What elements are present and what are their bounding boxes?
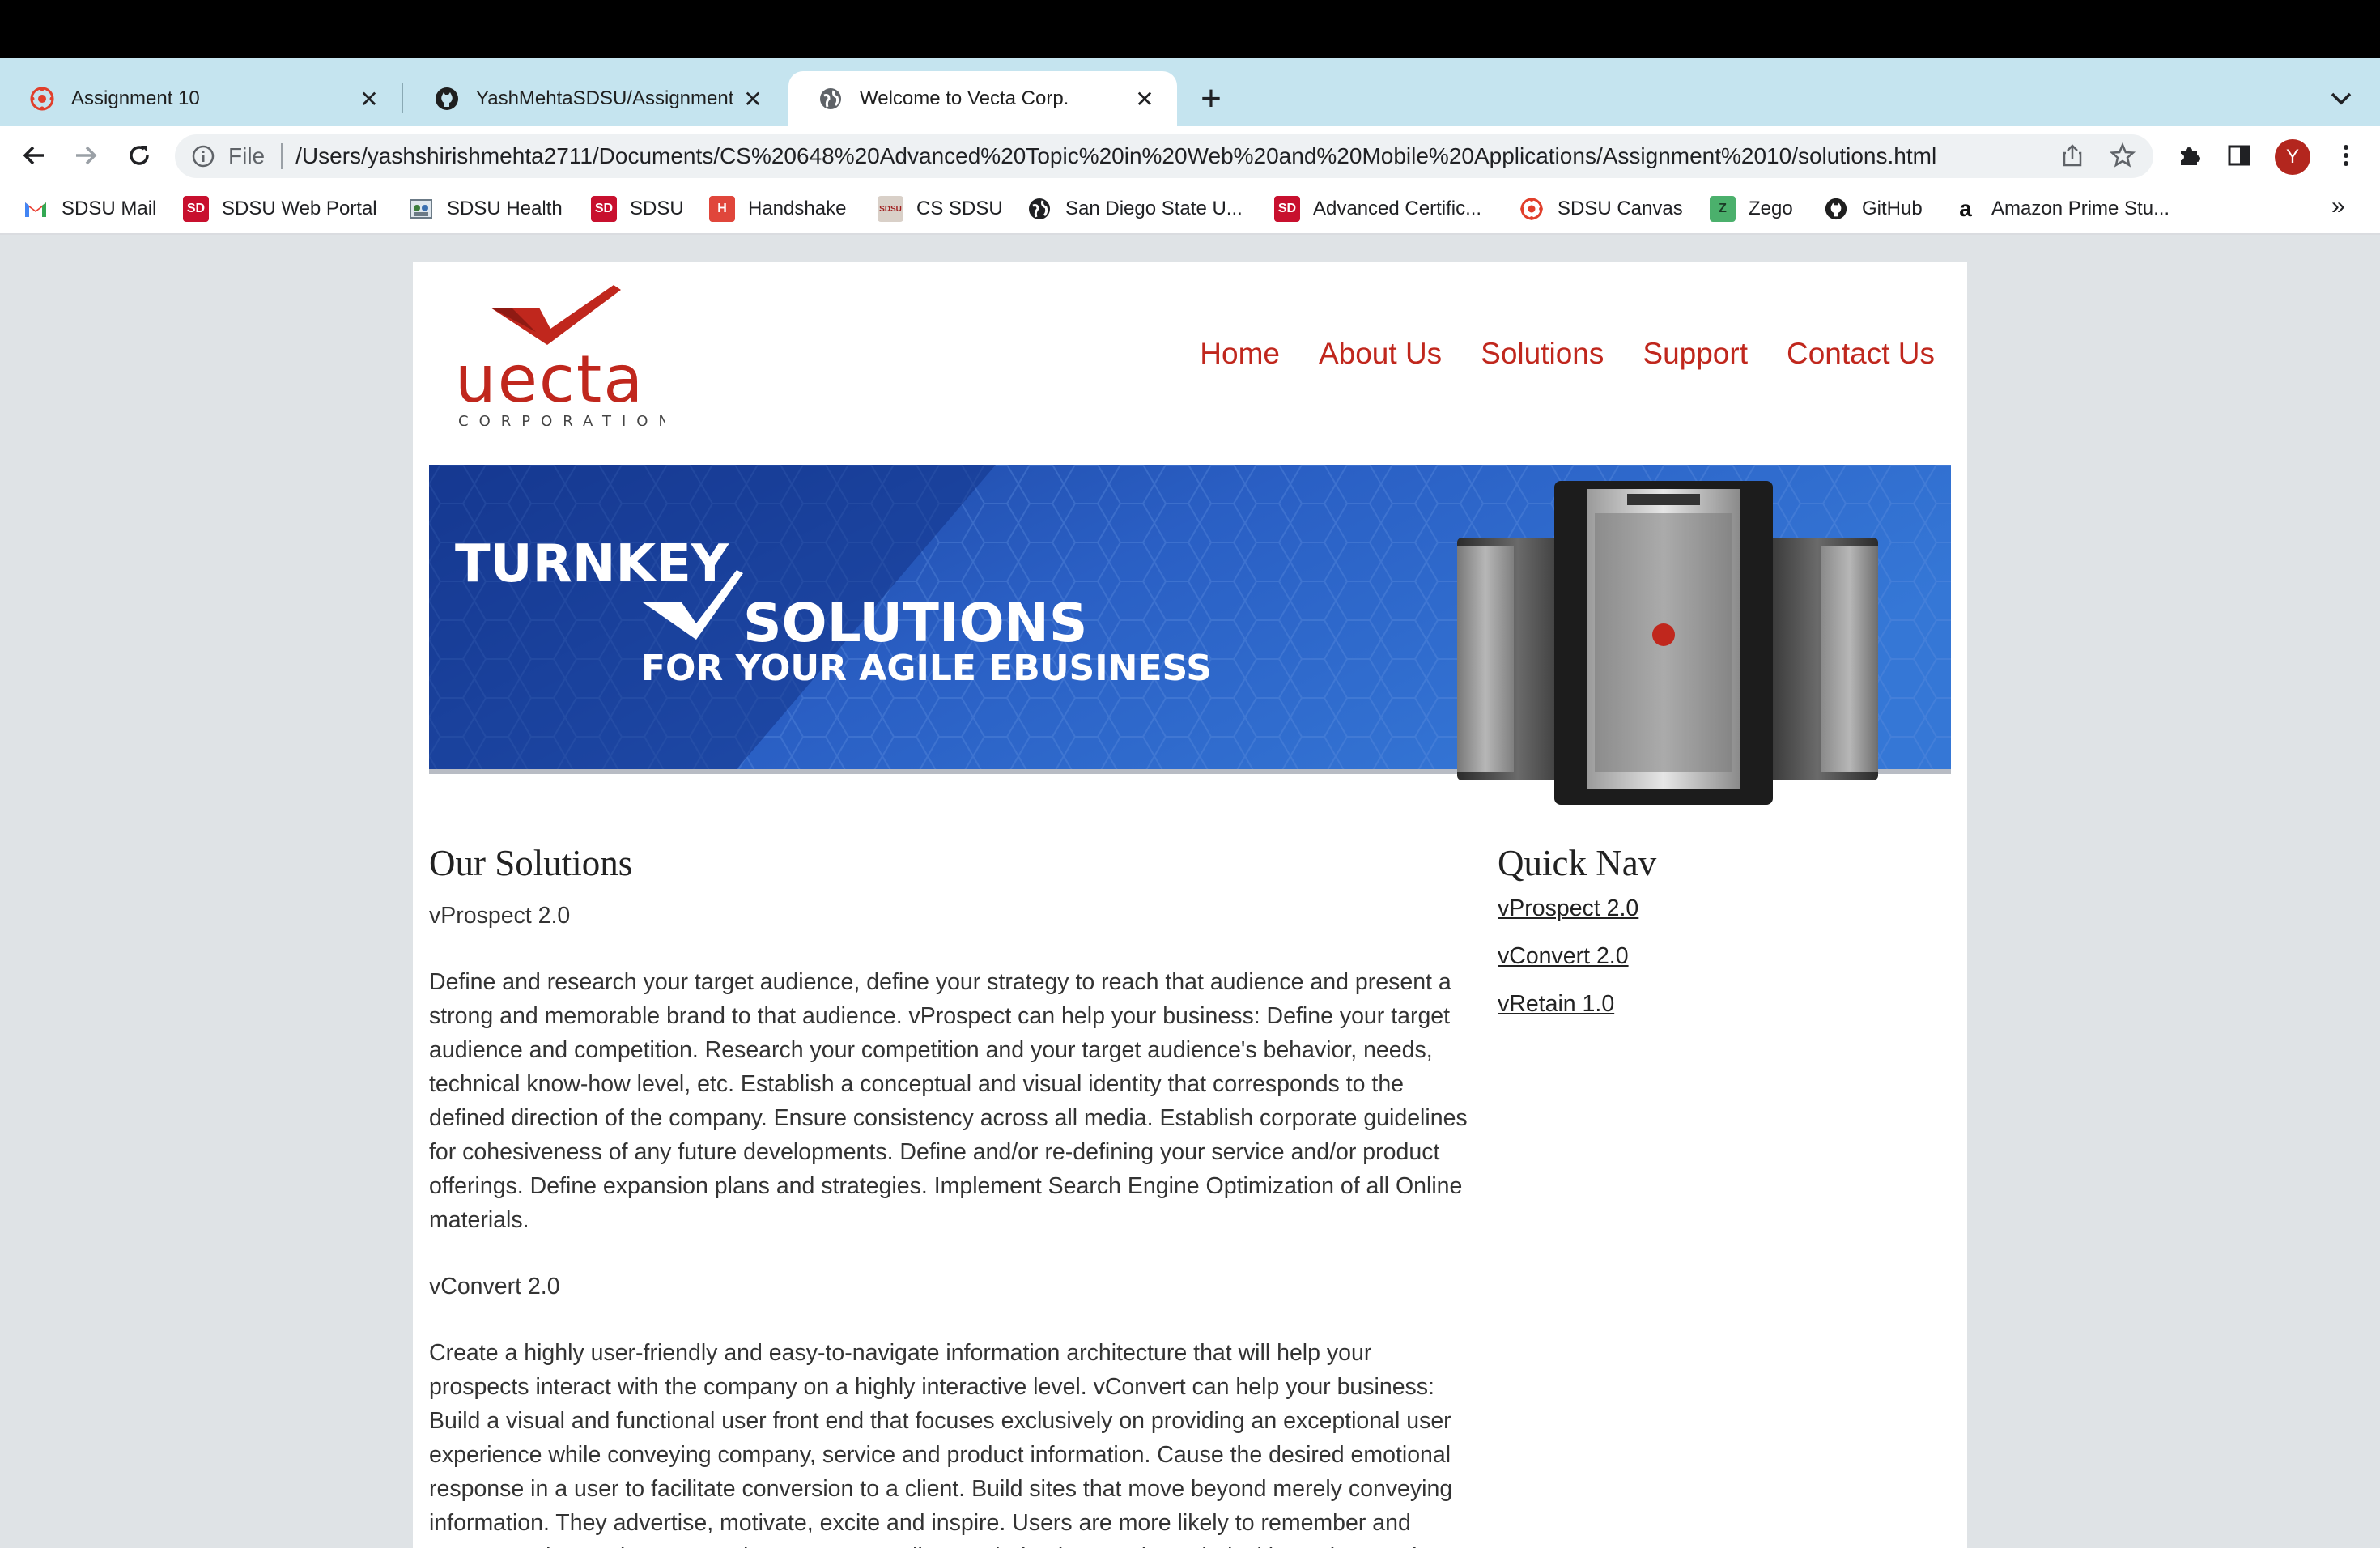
- screen-top-bar: [0, 0, 2380, 58]
- bookmark-label: SDSU Web Portal: [222, 198, 377, 219]
- sdsu-sd-icon: SD: [183, 196, 209, 222]
- bookmark-sdsu-mail[interactable]: SDSU Mail: [23, 193, 156, 225]
- tab-title: YashMehtaSDSU/Assignment-10: [476, 87, 733, 109]
- bookmark-sdsu-canvas[interactable]: SDSU Canvas: [1519, 193, 1683, 225]
- product-description-vconvert: Create a highly user-friendly and easy-t…: [429, 1340, 1453, 1548]
- menu-kebab-icon[interactable]: [2328, 138, 2364, 173]
- chevron-down-icon[interactable]: [2323, 81, 2359, 117]
- canvas-icon: [1519, 196, 1545, 222]
- back-icon[interactable]: [16, 138, 52, 173]
- bookmark-label: Amazon Prime Stu...: [1991, 198, 2170, 219]
- address-bar[interactable]: File /Users/yashshirishmehta2711/Documen…: [175, 134, 2153, 178]
- extensions-icon[interactable]: [2171, 138, 2207, 173]
- amazon-icon: a: [1959, 196, 1972, 221]
- globe-icon: [1026, 196, 1052, 222]
- quick-nav-vconvert[interactable]: vConvert 2.0: [1498, 943, 1935, 970]
- github-icon: [1823, 196, 1849, 222]
- browser-toolbar: File /Users/yashshirishmehta2711/Documen…: [0, 126, 2380, 185]
- bookmark-zego[interactable]: Z Zego: [1710, 193, 1793, 225]
- bookmark-label: Advanced Certific...: [1313, 198, 1482, 219]
- share-icon[interactable]: [2059, 142, 2085, 168]
- bookmark-label: SDSU Health: [447, 198, 563, 219]
- quick-nav: Quick Nav vProspect 2.0 vConvert 2.0 vRe…: [1498, 842, 1935, 1039]
- new-tab-icon[interactable]: +: [1193, 79, 1229, 118]
- product-heading-vconvert: vConvert 2.0: [429, 1274, 560, 1299]
- bookmark-label: CS SDSU: [916, 198, 1003, 219]
- tab-vecta[interactable]: Welcome to Vecta Corp. ✕: [788, 71, 1177, 126]
- bookmark-advanced-certific[interactable]: SD Advanced Certific...: [1274, 193, 1481, 225]
- vecta-logo[interactable]: uecta CORPORATION: [455, 283, 669, 430]
- main-content: Our Solutions vProspect 2.0 Define and r…: [429, 842, 1473, 1548]
- quick-nav-vretain[interactable]: vRetain 1.0: [1498, 991, 1935, 1018]
- bookmark-label: Handshake: [748, 198, 847, 219]
- vecta-page: uecta CORPORATION Home About Us Solution…: [413, 262, 1967, 1548]
- section-title: Our Solutions: [429, 843, 633, 883]
- handshake-icon: H: [709, 196, 735, 222]
- banner-line-3: FOR YOUR AGILE EBUSINESS: [641, 648, 1212, 689]
- tab-github[interactable]: YashMehtaSDSU/Assignment-10 ✕: [405, 71, 785, 126]
- bookmarks-bar: SDSU Mail SD SDSU Web Portal SDSU Health…: [0, 185, 2380, 235]
- quick-nav-title: Quick Nav: [1498, 843, 1657, 883]
- tab-title: Assignment 10: [71, 87, 200, 109]
- nav-support[interactable]: Support: [1643, 337, 1748, 371]
- profile-avatar[interactable]: Y: [2275, 139, 2310, 175]
- nav-home[interactable]: Home: [1200, 337, 1280, 371]
- tab-assignment-10[interactable]: Assignment 10 ✕: [0, 71, 402, 126]
- nav-solutions[interactable]: Solutions: [1481, 337, 1604, 371]
- bookmark-amazon-prime[interactable]: a Amazon Prime Stu...: [1953, 193, 2170, 225]
- tab-divider: [402, 83, 403, 113]
- omnibox-divider: [281, 143, 283, 169]
- bookmark-cs-sdsu[interactable]: SDSU CS SDSU: [878, 193, 1003, 225]
- logo-sub: CORPORATION: [458, 413, 665, 426]
- banner-line-2: SOLUTIONS: [743, 592, 1087, 654]
- reload-icon[interactable]: [121, 138, 157, 173]
- nav-about-us[interactable]: About Us: [1319, 337, 1442, 371]
- bookmark-label: San Diego State U...: [1065, 198, 1243, 219]
- main-nav: Home About Us Solutions Support Contact …: [1200, 337, 1935, 371]
- health-icon: [408, 196, 434, 222]
- sdsu-sd-icon: SD: [591, 196, 617, 222]
- zego-icon: Z: [1710, 196, 1736, 222]
- close-icon[interactable]: ✕: [1132, 86, 1158, 112]
- bookmark-label: SDSU: [630, 198, 684, 219]
- close-icon[interactable]: ✕: [356, 86, 382, 112]
- gmail-icon: [23, 196, 49, 222]
- bookmark-label: SDSU Canvas: [1558, 198, 1683, 219]
- bookmark-sdsu-web-portal[interactable]: SD SDSU Web Portal: [183, 193, 377, 225]
- banner-line-1: TURNKEY: [455, 534, 729, 594]
- product-description-vprospect: Define and research your target audience…: [429, 969, 1468, 1233]
- info-icon[interactable]: [191, 144, 215, 168]
- side-panel-icon[interactable]: [2221, 138, 2257, 173]
- forward-icon[interactable]: [68, 138, 104, 173]
- hero-banner: TURNKEY SOLUTIONS FOR YOUR AGILE EBUSINE…: [429, 465, 1951, 808]
- url-text[interactable]: /Users/yashshirishmehta2711/Documents/CS…: [295, 143, 1936, 169]
- tab-strip: Assignment 10 ✕ YashMehtaSDSU/Assignment…: [0, 58, 2380, 126]
- bookmark-handshake[interactable]: H Handshake: [709, 193, 846, 225]
- tab-title: Welcome to Vecta Corp.: [860, 87, 1069, 109]
- star-icon[interactable]: [2110, 142, 2136, 168]
- canvas-favicon-icon: [29, 86, 55, 112]
- github-favicon-icon: [434, 86, 460, 112]
- nav-contact-us[interactable]: Contact Us: [1787, 337, 1935, 371]
- bookmark-github[interactable]: GitHub: [1823, 193, 1923, 225]
- bookmark-sdsu-health[interactable]: SDSU Health: [408, 193, 563, 225]
- cs-sdsu-icon: SDSU: [878, 196, 903, 222]
- quick-nav-vprospect[interactable]: vProspect 2.0: [1498, 895, 1935, 922]
- close-icon[interactable]: ✕: [740, 86, 766, 112]
- url-scheme: File: [228, 143, 266, 168]
- product-heading-vprospect: vProspect 2.0: [429, 903, 571, 929]
- sdsu-sd-icon: SD: [1274, 196, 1300, 222]
- globe-favicon-icon: [818, 86, 844, 112]
- bookmarks-overflow-icon[interactable]: »: [2331, 193, 2345, 220]
- bookmark-sdsu[interactable]: SD SDSU: [591, 193, 684, 225]
- bookmark-label: GitHub: [1862, 198, 1923, 219]
- bookmark-label: SDSU Mail: [62, 198, 157, 219]
- logo-word: uecta: [455, 342, 644, 417]
- bookmark-san-diego-state[interactable]: San Diego State U...: [1026, 193, 1243, 225]
- bookmark-label: Zego: [1749, 198, 1793, 219]
